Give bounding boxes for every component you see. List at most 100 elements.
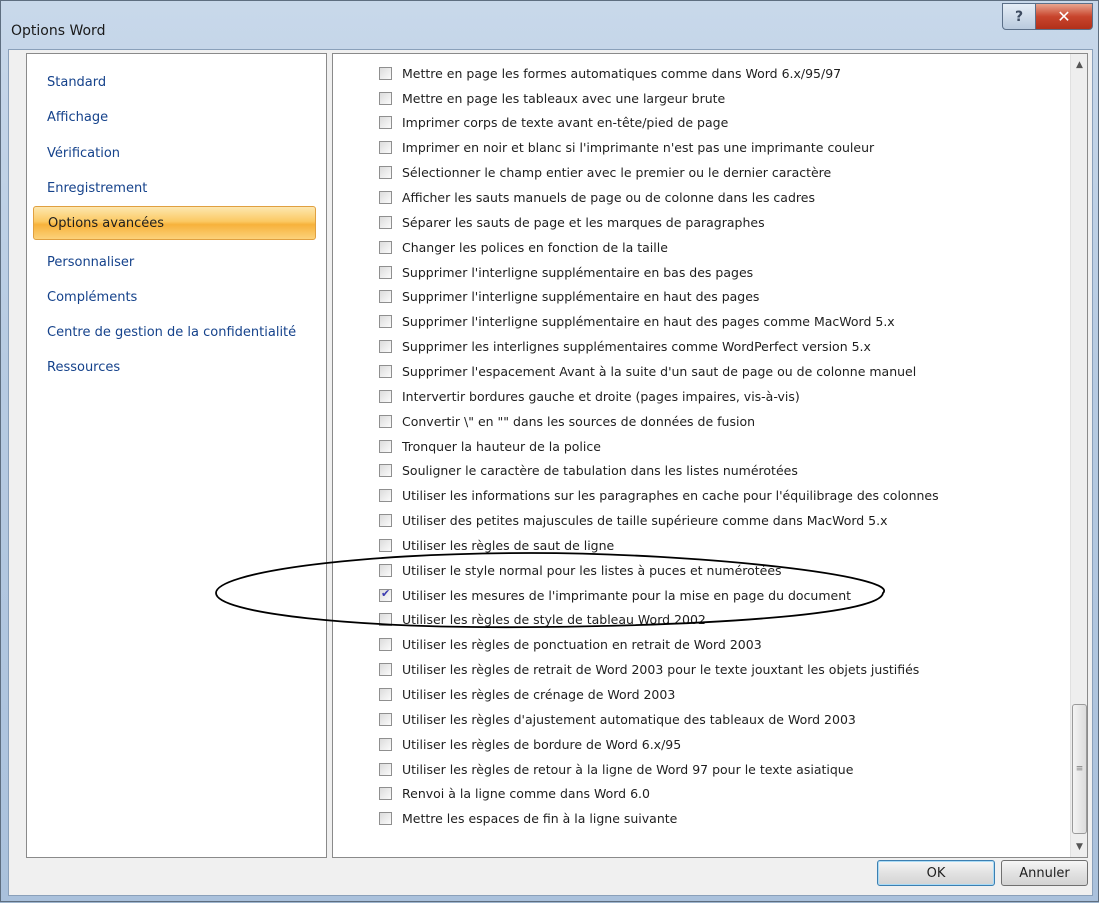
option-row[interactable]: Renvoi à la ligne comme dans Word 6.0 bbox=[379, 783, 650, 803]
option-checkbox[interactable] bbox=[379, 91, 392, 105]
option-row[interactable]: Utiliser les règles de retour à la ligne… bbox=[379, 759, 853, 779]
nav-item-ressources[interactable]: Ressources bbox=[47, 358, 120, 378]
option-label: Utiliser les mesures de l'imprimante pou… bbox=[402, 587, 852, 603]
help-button[interactable]: ? bbox=[1002, 3, 1036, 30]
option-checkbox-checked[interactable] bbox=[379, 587, 392, 602]
option-row[interactable]: Utiliser les règles de ponctuation en re… bbox=[379, 634, 762, 654]
option-label: Supprimer les interlignes supplémentaire… bbox=[402, 338, 871, 354]
scroll-up-arrow-icon[interactable]: ▲ bbox=[1071, 56, 1087, 73]
option-row[interactable]: Imprimer en noir et blanc si l'imprimant… bbox=[379, 137, 874, 157]
option-checkbox[interactable] bbox=[379, 140, 392, 154]
cancel-button[interactable]: Annuler bbox=[1001, 860, 1088, 886]
close-icon: ✕ bbox=[1057, 7, 1071, 26]
option-checkbox[interactable] bbox=[379, 165, 392, 179]
option-row[interactable]: Convertir \" en "" dans les sources de d… bbox=[379, 411, 755, 431]
option-checkbox[interactable] bbox=[379, 811, 392, 825]
option-row[interactable]: Utiliser les règles d'ajustement automat… bbox=[379, 709, 856, 729]
option-checkbox[interactable] bbox=[379, 389, 392, 403]
option-checkbox[interactable] bbox=[379, 339, 392, 353]
scroll-thumb[interactable]: ≡ bbox=[1072, 704, 1087, 834]
option-checkbox[interactable] bbox=[379, 612, 392, 626]
option-row[interactable]: Sélectionner le champ entier avec le pre… bbox=[379, 162, 831, 182]
nav-item-affichage[interactable]: Affichage bbox=[47, 108, 108, 128]
close-button[interactable]: ✕ bbox=[1035, 3, 1093, 30]
option-label: Sélectionner le champ entier avec le pre… bbox=[402, 164, 832, 180]
option-row[interactable]: Intervertir bordures gauche et droite (p… bbox=[379, 386, 800, 406]
option-checkbox[interactable] bbox=[379, 637, 392, 651]
option-label: Utiliser les règles d'ajustement automat… bbox=[402, 711, 856, 727]
option-checkbox[interactable] bbox=[379, 463, 392, 477]
option-row[interactable]: Utiliser le style normal pour les listes… bbox=[379, 560, 782, 580]
grip-icon: ≡ bbox=[1075, 764, 1084, 774]
option-row[interactable]: Séparer les sauts de page et les marques… bbox=[379, 212, 765, 232]
option-checkbox[interactable] bbox=[379, 687, 392, 701]
option-label: Utiliser les règles de retrait de Word 2… bbox=[402, 661, 920, 677]
option-checkbox[interactable] bbox=[379, 414, 392, 428]
option-checkbox[interactable] bbox=[379, 289, 392, 303]
vertical-scrollbar[interactable]: ▲ ≡ ▼ bbox=[1070, 54, 1087, 857]
option-checkbox[interactable] bbox=[379, 439, 392, 453]
option-checkbox[interactable] bbox=[379, 488, 392, 502]
option-checkbox[interactable] bbox=[379, 314, 392, 328]
option-row[interactable]: Mettre en page les formes automatiques c… bbox=[379, 63, 841, 83]
option-label: Utiliser les règles de retour à la ligne… bbox=[402, 761, 854, 777]
option-checkbox[interactable] bbox=[379, 563, 392, 577]
option-row[interactable]: Utiliser des petites majuscules de taill… bbox=[379, 510, 888, 530]
option-row[interactable]: Utiliser les règles de retrait de Word 2… bbox=[379, 659, 919, 679]
nav-item-complements[interactable]: Compléments bbox=[47, 288, 137, 308]
option-checkbox[interactable] bbox=[379, 190, 392, 204]
option-label: Utiliser les règles de crénage de Word 2… bbox=[402, 686, 676, 702]
option-checkbox[interactable] bbox=[379, 662, 392, 676]
window-title: Options Word bbox=[11, 23, 106, 39]
option-checkbox[interactable] bbox=[379, 66, 392, 80]
option-row[interactable]: Utiliser les mesures de l'imprimante pou… bbox=[379, 585, 851, 605]
option-label: Utiliser les règles de ponctuation en re… bbox=[402, 636, 762, 652]
nav-item-centre-confidentialite[interactable]: Centre de gestion de la confidentialité bbox=[47, 323, 296, 343]
option-row[interactable]: Tronquer la hauteur de la police bbox=[379, 436, 601, 456]
option-row[interactable]: Utiliser les règles de style de tableau … bbox=[379, 609, 706, 629]
option-row[interactable]: Mettre les espaces de fin à la ligne sui… bbox=[379, 808, 677, 828]
ok-button[interactable]: OK bbox=[877, 860, 995, 886]
option-checkbox[interactable] bbox=[379, 737, 392, 751]
nav-item-verification[interactable]: Vérification bbox=[47, 144, 120, 164]
option-label: Souligner le caractère de tabulation dan… bbox=[402, 462, 798, 478]
option-checkbox[interactable] bbox=[379, 712, 392, 726]
option-checkbox[interactable] bbox=[379, 762, 392, 776]
option-row[interactable]: Supprimer l'interligne supplémentaire en… bbox=[379, 262, 753, 282]
option-checkbox[interactable] bbox=[379, 513, 392, 527]
nav-item-options-avancees[interactable]: Options avancées bbox=[33, 206, 316, 240]
option-checkbox[interactable] bbox=[379, 265, 392, 279]
option-label: Mettre en page les tableaux avec une lar… bbox=[402, 90, 726, 106]
option-row[interactable]: Utiliser les règles de crénage de Word 2… bbox=[379, 684, 675, 704]
option-row[interactable]: Imprimer corps de texte avant en-tête/pi… bbox=[379, 112, 728, 132]
title-bar[interactable]: Options Word ? ✕ bbox=[1, 1, 1098, 49]
nav-item-standard[interactable]: Standard bbox=[47, 73, 106, 93]
option-row[interactable]: Supprimer l'espacement Avant à la suite … bbox=[379, 361, 916, 381]
option-label: Mettre en page les formes automatiques c… bbox=[402, 65, 842, 81]
nav-item-personnaliser[interactable]: Personnaliser bbox=[47, 253, 134, 273]
nav-item-enregistrement[interactable]: Enregistrement bbox=[47, 179, 147, 199]
option-row[interactable]: Utiliser les informations sur les paragr… bbox=[379, 485, 939, 505]
option-label: Utiliser les informations sur les paragr… bbox=[402, 487, 939, 503]
option-row[interactable]: Changer les polices en fonction de la ta… bbox=[379, 237, 668, 257]
options-panel: Mettre en page les formes automatiques c… bbox=[332, 53, 1088, 858]
option-row[interactable]: Supprimer l'interligne supplémentaire en… bbox=[379, 311, 895, 331]
option-checkbox[interactable] bbox=[379, 364, 392, 378]
option-checkbox[interactable] bbox=[379, 115, 392, 129]
option-row[interactable]: Supprimer les interlignes supplémentaire… bbox=[379, 336, 871, 356]
option-checkbox[interactable] bbox=[379, 240, 392, 254]
option-label: Utiliser des petites majuscules de taill… bbox=[402, 512, 888, 528]
option-row[interactable]: Supprimer l'interligne supplémentaire en… bbox=[379, 286, 759, 306]
option-checkbox[interactable] bbox=[379, 215, 392, 229]
option-row[interactable]: Souligner le caractère de tabulation dan… bbox=[379, 460, 798, 480]
option-row[interactable]: Utiliser les règles de saut de ligne bbox=[379, 535, 614, 555]
option-checkbox[interactable] bbox=[379, 538, 392, 552]
option-label: Utiliser les règles de style de tableau … bbox=[402, 611, 706, 627]
option-checkbox[interactable] bbox=[379, 786, 392, 800]
option-row[interactable]: Utiliser les règles de bordure de Word 6… bbox=[379, 734, 681, 754]
option-row[interactable]: Mettre en page les tableaux avec une lar… bbox=[379, 88, 725, 108]
option-label: Utiliser les règles de bordure de Word 6… bbox=[402, 736, 682, 752]
scroll-down-arrow-icon[interactable]: ▼ bbox=[1071, 838, 1087, 855]
help-icon: ? bbox=[1014, 8, 1024, 25]
option-row[interactable]: Afficher les sauts manuels de page ou de… bbox=[379, 187, 815, 207]
